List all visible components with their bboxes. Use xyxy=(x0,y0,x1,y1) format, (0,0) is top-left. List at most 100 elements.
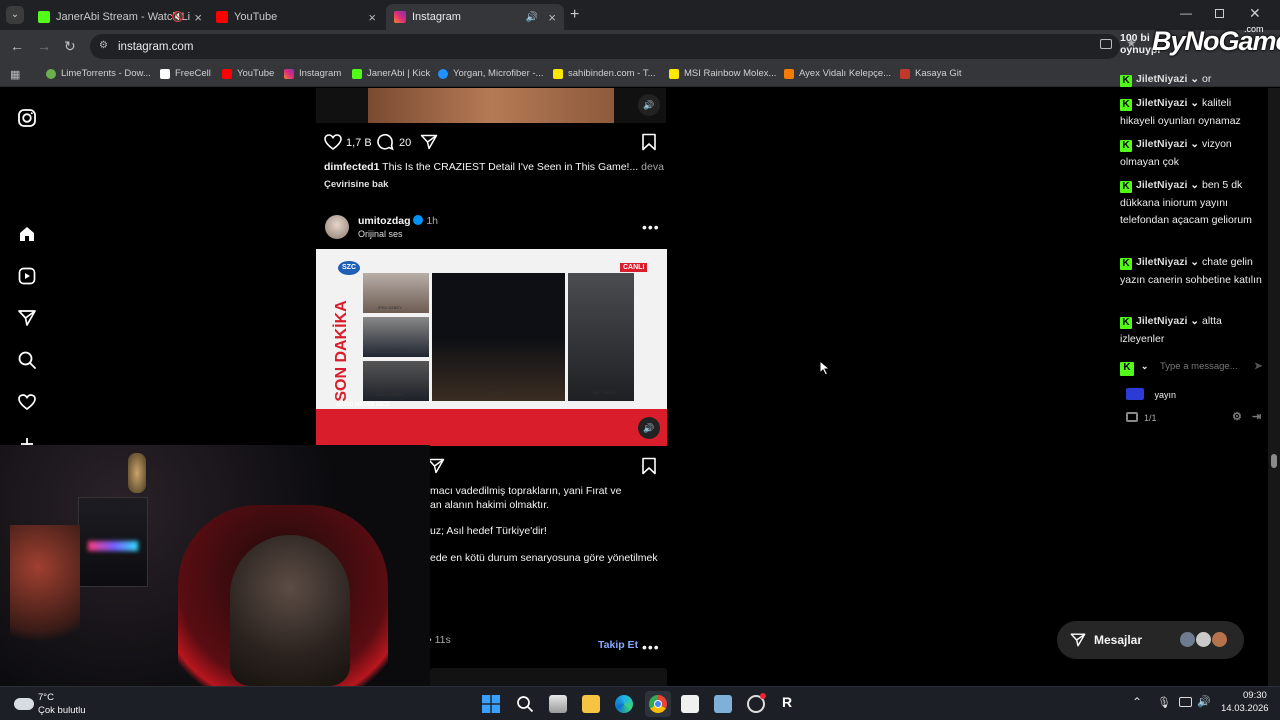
heart-icon[interactable] xyxy=(17,392,37,412)
close-tab-icon[interactable]: × xyxy=(368,10,376,25)
verified-icon xyxy=(413,215,424,225)
tab-youtube[interactable]: YouTube × xyxy=(208,4,384,30)
page-scrollbar[interactable] xyxy=(1268,88,1280,686)
windows-start-icon[interactable] xyxy=(482,695,500,713)
translate-link[interactable]: Çevirisine bak xyxy=(324,179,388,190)
home-icon[interactable] xyxy=(17,224,37,244)
cast-icon[interactable] xyxy=(1100,39,1112,49)
store-icon[interactable] xyxy=(681,695,699,713)
bookmark-kasaya-git[interactable]: Kasaya Git xyxy=(900,68,961,79)
minimize-button[interactable]: — xyxy=(1180,6,1192,20)
muted-icon[interactable]: 🔇 xyxy=(172,12,184,23)
caption-username[interactable]: dimfected1 xyxy=(324,161,379,173)
reload-icon[interactable]: ↻ xyxy=(64,38,76,55)
close-tab-icon[interactable]: × xyxy=(194,10,202,25)
new-tab-button[interactable]: + xyxy=(570,6,579,24)
messages-label: Mesajlar xyxy=(1094,633,1143,647)
bookmark-yorgan[interactable]: Yorgan, Microfiber -... xyxy=(438,68,543,79)
chat-message: K JiletNiyazi ⌄ altta izleyenler xyxy=(1120,315,1222,345)
instagram-logo-icon[interactable] xyxy=(17,108,37,128)
kick-icon xyxy=(352,68,362,79)
network-icon[interactable] xyxy=(1179,697,1192,707)
sound-toggle-icon[interactable]: 🔊 xyxy=(638,94,660,116)
follow-button[interactable]: Takip Et xyxy=(598,639,638,651)
microphone-icon[interactable]: 🎙 xyxy=(1157,696,1171,709)
post-image-next[interactable] xyxy=(430,668,667,688)
tab-janerabi[interactable]: JanerAbi Stream - Watch Li 🔇 × xyxy=(30,4,210,30)
edge-icon[interactable] xyxy=(615,695,633,713)
more-link[interactable]: devamı xyxy=(641,161,664,173)
star-icon[interactable]: ★ xyxy=(1126,36,1137,50)
chat-message-input[interactable]: Type a message... xyxy=(1160,358,1238,376)
bookmark-kick[interactable]: JanerAbi | Kick xyxy=(352,68,430,79)
chevron-down-icon[interactable]: ⌄ xyxy=(1141,361,1149,371)
clock-date[interactable]: 14.03.2026 xyxy=(1221,703,1269,714)
sound-toggle-icon[interactable]: 🔊 xyxy=(638,417,660,439)
search-icon[interactable] xyxy=(516,695,534,713)
clock-time[interactable]: 09:30 xyxy=(1243,690,1267,701)
more-options-icon[interactable]: ••• xyxy=(642,219,660,235)
post-image[interactable]: SZC SON DAKİKA CANLI İPEK ÖZBEY GÜNEY ÖZ… xyxy=(316,249,667,446)
tab-list-button[interactable]: ⌄ xyxy=(6,6,24,24)
stream-source-row: yayın xyxy=(1126,387,1176,405)
bookmark-icon xyxy=(900,68,910,79)
search-icon[interactable] xyxy=(17,350,37,370)
chrome-icon[interactable] xyxy=(645,691,671,717)
bookmarks-bar: ▦ LimeTorrents - Dow... FreeCell YouTube… xyxy=(0,63,1280,87)
chevron-up-icon[interactable]: ⌃ xyxy=(1132,695,1142,709)
caption-text: This Is the CRAZIEST Detail I've Seen in… xyxy=(382,161,639,173)
messages-button[interactable]: Mesajlar xyxy=(1057,621,1244,659)
kick-badge-icon: K xyxy=(1120,140,1132,152)
kick-badge-icon: K xyxy=(1120,258,1132,270)
send-icon[interactable]: ➤ xyxy=(1254,358,1262,376)
share-icon[interactable] xyxy=(420,133,438,151)
bookmark-msi[interactable]: MSI Rainbow Molex... xyxy=(669,68,776,79)
bookmark-youtube[interactable]: YouTube xyxy=(222,68,274,79)
bookmark-freecell[interactable]: FreeCell xyxy=(160,68,211,79)
name-label: İPEK ÖZBEY xyxy=(378,305,402,310)
chat-input-row: K ⌄ Type a message... ➤ xyxy=(1120,358,1266,378)
like-icon[interactable] xyxy=(323,133,343,151)
comment-icon[interactable] xyxy=(376,133,394,151)
task-view-icon[interactable] xyxy=(549,695,567,713)
maximize-button[interactable] xyxy=(1215,9,1224,18)
app-icon[interactable] xyxy=(714,695,732,713)
mouse-cursor-icon xyxy=(819,360,831,376)
tab-label: YouTube xyxy=(234,11,278,23)
bookmark-sahibinden[interactable]: sahibinden.com - T... xyxy=(553,68,655,79)
speaker-icon[interactable]: 🔊 xyxy=(526,12,538,23)
close-tab-icon[interactable]: × xyxy=(548,10,556,25)
volume-icon[interactable]: 🔊 xyxy=(1197,695,1211,708)
tab-instagram[interactable]: Instagram 🔊 × xyxy=(386,4,564,30)
bookmark-limetorrents[interactable]: LimeTorrents - Dow... xyxy=(46,68,151,79)
gear-icon[interactable]: ⚙ xyxy=(1232,409,1242,427)
direct-send-icon[interactable] xyxy=(17,308,37,328)
reels-icon[interactable] xyxy=(17,266,37,286)
post-username[interactable]: umitozdag xyxy=(358,215,411,227)
chat-message: K JiletNiyazi ⌄ chate gelin yazın canerin… xyxy=(1120,256,1262,286)
app-r-icon[interactable]: R xyxy=(782,694,792,710)
back-icon[interactable]: ← xyxy=(10,38,24,54)
avatar[interactable] xyxy=(325,215,349,239)
apps-icon[interactable]: ▦ xyxy=(10,68,20,81)
address-bar[interactable]: ⚙ instagram.com xyxy=(90,34,1120,59)
instagram-icon xyxy=(284,68,294,79)
file-explorer-icon[interactable] xyxy=(582,695,600,713)
forward-icon[interactable]: → xyxy=(37,38,51,54)
bookmark-icon[interactable] xyxy=(641,133,657,151)
close-window-button[interactable]: ✕ xyxy=(1249,5,1261,22)
footer-label: SÖZCÜ MASASI GECE xyxy=(336,402,390,408)
bookmark-icon[interactable] xyxy=(641,457,657,475)
like-count: 1,7 B xyxy=(346,137,372,149)
kick-badge-icon: K xyxy=(1120,317,1132,329)
live-badge: CANLI xyxy=(620,263,648,272)
post-audio[interactable]: Orijinal ses xyxy=(358,229,403,239)
more-options-icon[interactable]: ••• xyxy=(642,639,660,655)
bookmark-ayex[interactable]: Ayex Vidalı Kelepçe... xyxy=(784,68,891,79)
site-info-icon[interactable]: ⚙ xyxy=(99,40,108,51)
post-image-previous[interactable]: 🔊 xyxy=(316,88,666,123)
bookmark-instagram[interactable]: Instagram xyxy=(284,68,341,79)
scrollbar-thumb[interactable] xyxy=(1271,454,1277,468)
weather-widget[interactable]: 7°C Çok bulutlu xyxy=(12,691,112,719)
popout-icon[interactable]: ⇥ xyxy=(1252,409,1261,427)
